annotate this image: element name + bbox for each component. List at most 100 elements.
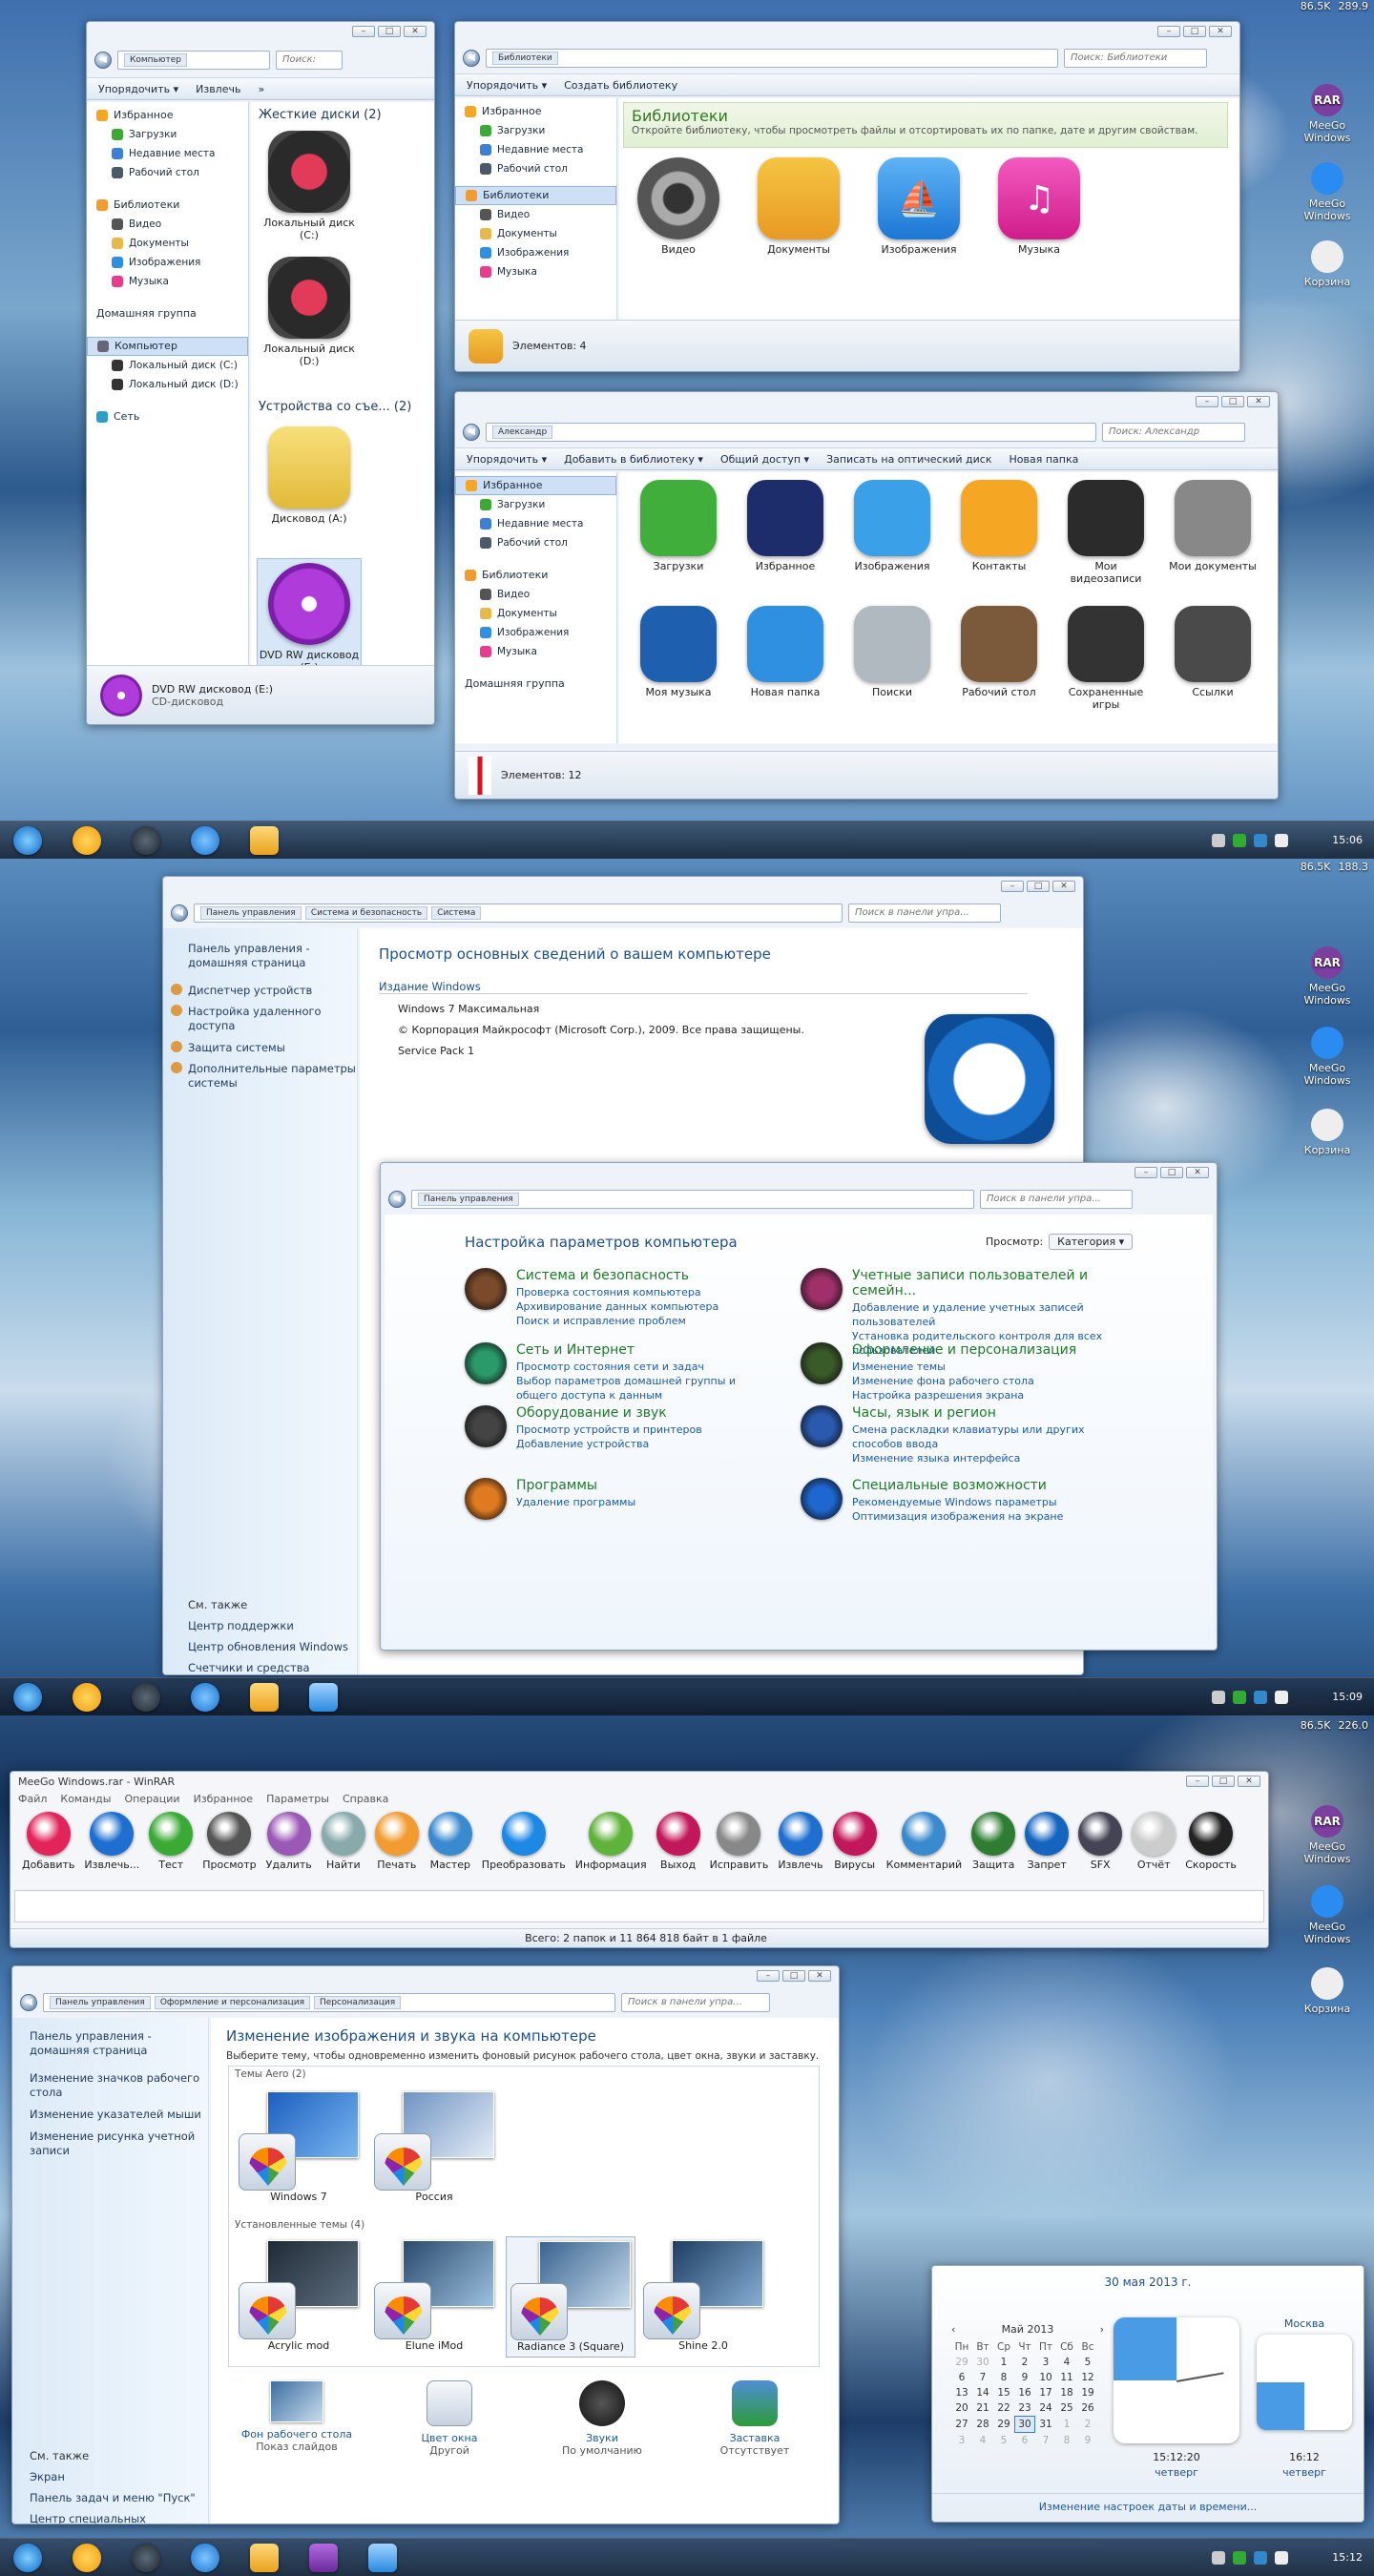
calendar-day[interactable]: 16	[1014, 2385, 1035, 2400]
remote-link[interactable]: Настройка удаленного доступа	[171, 1005, 357, 1033]
taskbar-link[interactable]: Панель задач и меню "Пуск"	[30, 2491, 196, 2504]
nav-computer[interactable]: Компьютер	[87, 337, 248, 356]
calendar-day[interactable]: 9	[1014, 2370, 1035, 2385]
nav-recent[interactable]: Недавние места	[455, 514, 616, 533]
category-link[interactable]: Оптимизация изображения на экране	[852, 1509, 1063, 1524]
search-input[interactable]: Поиск:	[276, 51, 343, 70]
add-to-library-button[interactable]: Добавить в библиотеку ▾	[564, 453, 703, 466]
next-month-icon[interactable]: ›	[1100, 2323, 1104, 2336]
new-library-button[interactable]: Создать библиотеку	[564, 79, 677, 92]
category-title[interactable]: Оборудование и звук	[516, 1405, 702, 1421]
calendar-day[interactable]: 8	[993, 2370, 1014, 2385]
theme-shine[interactable]: Shine 2.0	[643, 2240, 763, 2352]
cp-home-link[interactable]: Панель управления - домашняя страница	[30, 2029, 208, 2058]
support-center-link[interactable]: Центр поддержки	[188, 1619, 294, 1632]
taskbar-winrar[interactable]	[302, 2542, 345, 2574]
theme-windows7[interactable]: Windows 7	[239, 2091, 359, 2203]
folder-item[interactable]: Загрузки	[631, 480, 726, 572]
library-video[interactable]: Видео	[631, 157, 726, 256]
tray-icon[interactable]	[1233, 1690, 1246, 1704]
nav-desktop[interactable]: Рабочий стол	[455, 159, 616, 178]
back-icon[interactable]: ◀	[171, 904, 188, 922]
month-label[interactable]: Май 2013	[1002, 2323, 1054, 2336]
maximize-button[interactable]: □	[1160, 1167, 1183, 1178]
folder-item[interactable]: Мои документы	[1165, 480, 1260, 572]
minimize-button[interactable]: –	[1196, 396, 1218, 407]
nav-video[interactable]: Видео	[455, 585, 616, 604]
sounds-button[interactable]: Звуки По умолчанию	[535, 2380, 669, 2457]
breadcrumb-system[interactable]: Система	[431, 906, 482, 920]
category-item[interactable]: Специальные возможности Рекомендуемые Win…	[801, 1478, 1115, 1524]
start-button[interactable]	[6, 2542, 50, 2574]
desktop-icon-recycle[interactable]: Корзина	[1294, 1967, 1361, 2015]
search-input[interactable]: Поиск в панели упра...	[621, 1993, 770, 2012]
maximize-button[interactable]: □	[1221, 396, 1244, 407]
category-link[interactable]: Настройка разрешения экрана	[852, 1388, 1076, 1402]
tray-icon[interactable]	[1233, 2550, 1246, 2565]
nav-pictures[interactable]: Изображения	[455, 623, 616, 642]
nav-libraries[interactable]: Библиотеки	[455, 566, 616, 585]
nav-documents[interactable]: Документы	[455, 604, 616, 623]
category-link[interactable]: Проверка состояния компьютера	[516, 1285, 718, 1299]
organize-button[interactable]: Упорядочить ▾	[98, 83, 178, 95]
calendar-day[interactable]: 25	[1056, 2400, 1077, 2416]
category-link[interactable]: Изменение темы	[852, 1360, 1076, 1374]
maximize-button[interactable]: □	[378, 26, 401, 37]
calendar-day[interactable]: 23	[1014, 2400, 1035, 2416]
nav-music[interactable]: Музыка	[455, 642, 616, 661]
taskbar-explorer[interactable]	[242, 824, 286, 857]
advanced-link[interactable]: Дополнительные параметры системы	[171, 1062, 357, 1091]
close-button[interactable]: ✕	[404, 26, 427, 37]
desktop-icon-recycle[interactable]: Корзина	[1294, 240, 1361, 288]
calendar-day[interactable]: 19	[1077, 2385, 1098, 2400]
category-link[interactable]: Удаление программы	[516, 1495, 635, 1509]
category-title[interactable]: Учетные записи пользователей и семейн...	[852, 1268, 1115, 1298]
close-button[interactable]: ✕	[808, 1970, 831, 1982]
nav-downloads[interactable]: Загрузки	[455, 495, 616, 514]
category-title[interactable]: Часы, язык и регион	[852, 1405, 1115, 1421]
calendar-day[interactable]: 1	[1056, 2417, 1077, 2432]
library-music[interactable]: ♫ Музыка	[991, 157, 1087, 256]
taskbar-explorer[interactable]	[242, 2542, 286, 2574]
calendar-day[interactable]: 4	[972, 2433, 993, 2448]
desktop-icon-meego[interactable]: MeeGo Windows	[1294, 1027, 1361, 1087]
category-link[interactable]: Выбор параметров домашней группы и общег…	[516, 1374, 780, 1402]
menu-item[interactable]: Команды	[60, 1793, 111, 1805]
group-header[interactable]: Жесткие диски (2)	[259, 108, 382, 122]
taskbar-media[interactable]	[65, 2542, 109, 2574]
minimize-button[interactable]: –	[757, 1970, 780, 1982]
nav-libraries[interactable]: Библиотеки	[455, 186, 616, 205]
breadcrumb-personalization[interactable]: Персонализация	[314, 1996, 402, 2009]
folder-item[interactable]: Моя музыка	[631, 606, 726, 698]
nav-recent[interactable]: Недавние места	[455, 140, 616, 159]
folder-item[interactable]: Сохраненные игры	[1058, 606, 1154, 711]
calendar-day[interactable]: 5	[1077, 2355, 1098, 2370]
category-link[interactable]: Добавление и удаление учетных записей по…	[852, 1300, 1115, 1329]
close-button[interactable]: ✕	[1052, 881, 1075, 892]
window-color-button[interactable]: Цвет окна Другой	[383, 2380, 516, 2457]
nav-favorites[interactable]: Избранное	[455, 476, 616, 495]
back-icon[interactable]: ◀	[20, 1994, 37, 2011]
calendar-day[interactable]: 31	[1035, 2417, 1056, 2432]
calendar-day[interactable]: 14	[972, 2385, 993, 2400]
address-bar[interactable]: Панель управления Оформление и персонали…	[43, 1993, 615, 2012]
nav-video[interactable]: Видео	[455, 205, 616, 224]
calendar-day[interactable]: 26	[1077, 2400, 1098, 2416]
taskbar-app[interactable]	[124, 1681, 168, 1714]
windows-update-link[interactable]: Центр обновления Windows	[188, 1640, 348, 1653]
tray-icon[interactable]	[1254, 833, 1267, 847]
calendar-day[interactable]: 30	[972, 2355, 993, 2370]
folder-item[interactable]: Поиски	[844, 606, 940, 698]
calendar-day[interactable]: 8	[1056, 2433, 1077, 2448]
calendar-day[interactable]: 1	[993, 2355, 1014, 2370]
tray-icon[interactable]	[1275, 1690, 1288, 1704]
folder-item[interactable]: Контакты	[951, 480, 1047, 572]
back-icon[interactable]: ◀	[463, 424, 480, 441]
category-item[interactable]: Программы Удаление программы	[465, 1478, 780, 1520]
category-title[interactable]: Сеть и Интернет	[516, 1342, 780, 1358]
menu-item[interactable]: Операции	[124, 1793, 179, 1805]
winrar-tool-button[interactable]: Удалить	[266, 1812, 312, 1871]
view-dropdown[interactable]: Категория ▾	[1049, 1234, 1134, 1250]
minimize-button[interactable]: –	[1001, 881, 1024, 892]
nav-pictures[interactable]: Изображения	[455, 243, 616, 262]
